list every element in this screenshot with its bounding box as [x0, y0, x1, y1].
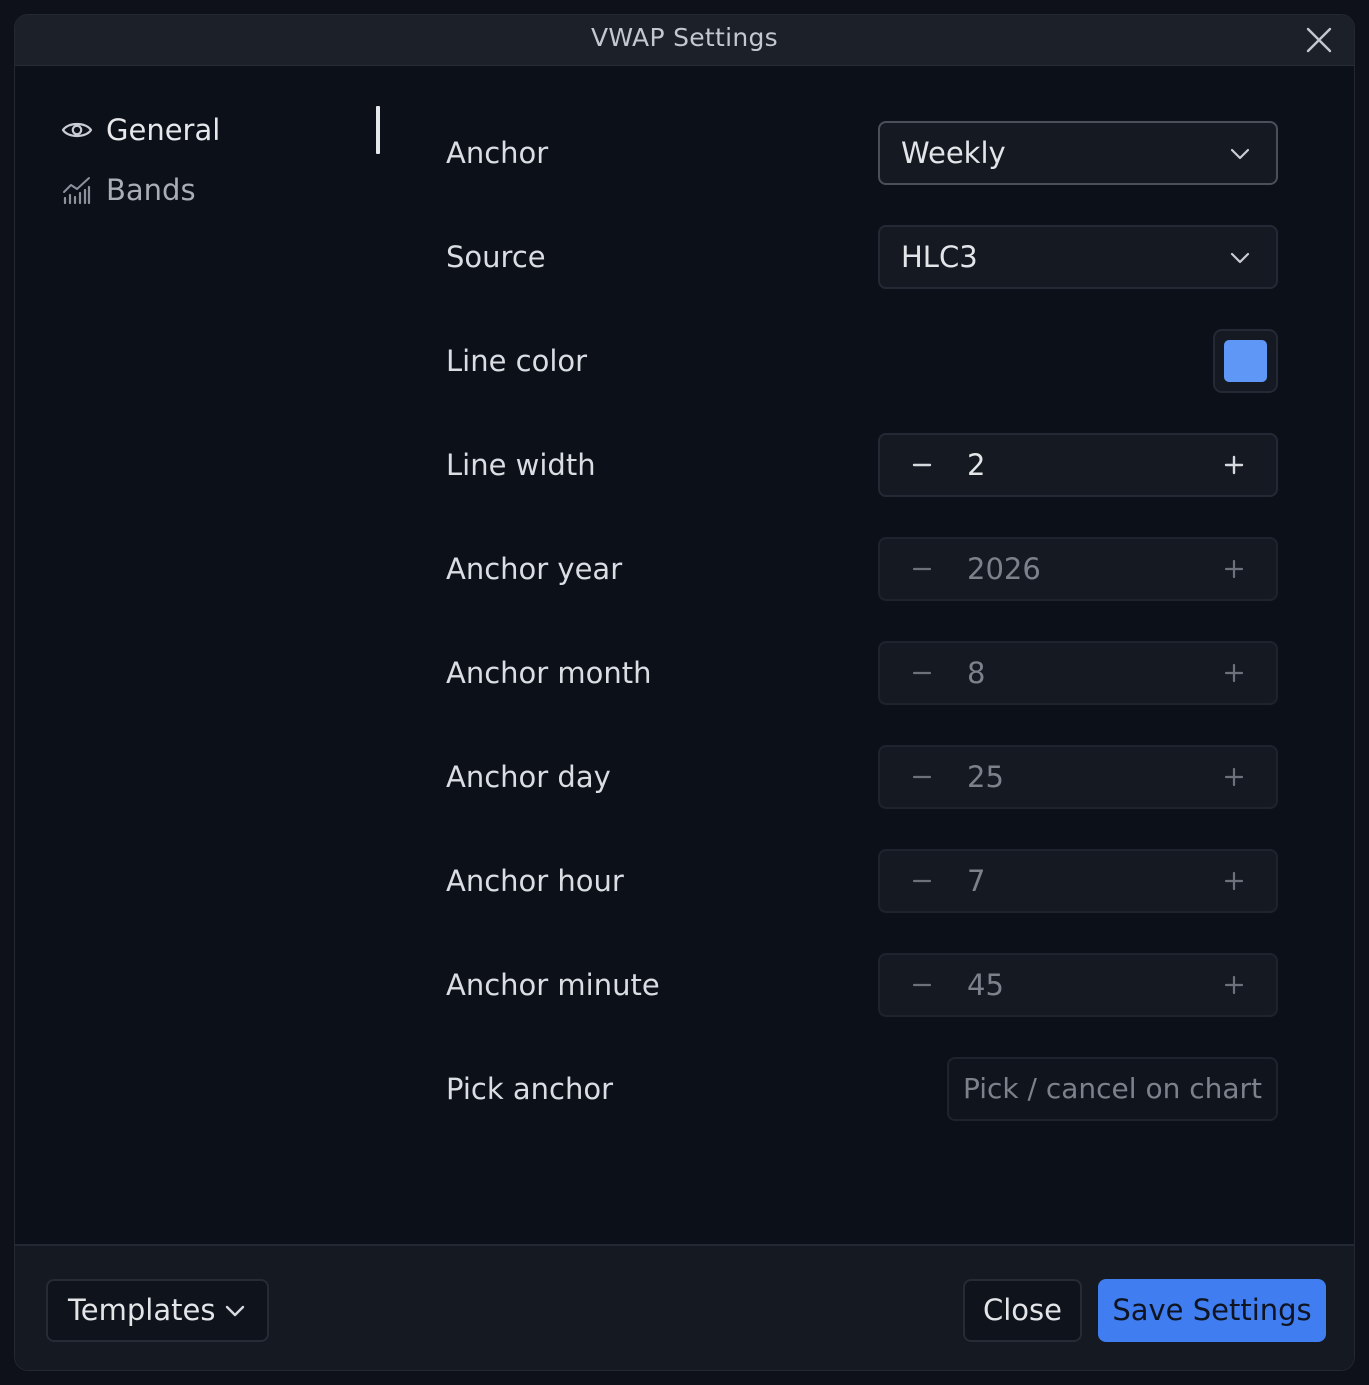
line-width-stepper[interactable]: 2 — [878, 433, 1278, 497]
anchor-hour-stepper[interactable]: 7 — [878, 849, 1278, 913]
minus-icon[interactable] — [906, 449, 938, 481]
anchor-month-stepper[interactable]: 8 — [878, 641, 1278, 705]
sidebar-item-bands[interactable]: Bands — [61, 170, 196, 210]
anchor-minute-label: Anchor minute — [446, 968, 660, 1002]
source-select[interactable]: HLC3 — [878, 225, 1278, 289]
pick-anchor-button[interactable]: Pick / cancel on chart — [947, 1057, 1278, 1121]
anchor-day-value[interactable]: 25 — [967, 747, 1004, 807]
plus-icon[interactable] — [1218, 553, 1250, 585]
chevron-down-icon — [225, 1305, 245, 1317]
plus-icon[interactable] — [1218, 657, 1250, 689]
anchor-select[interactable]: Weekly — [878, 121, 1278, 185]
titlebar: VWAP Settings — [15, 15, 1354, 66]
close-icon[interactable] — [1306, 27, 1332, 53]
line-width-label: Line width — [446, 448, 596, 482]
anchor-month-value[interactable]: 8 — [967, 643, 985, 703]
dialog-title: VWAP Settings — [590, 23, 779, 52]
plus-icon[interactable] — [1218, 969, 1250, 1001]
plus-icon[interactable] — [1218, 449, 1250, 481]
minus-icon[interactable] — [906, 969, 938, 1001]
chevron-down-icon — [1230, 148, 1250, 160]
minus-icon[interactable] — [906, 865, 938, 897]
color-swatch — [1224, 340, 1267, 382]
pick-anchor-label: Pick anchor — [446, 1072, 614, 1106]
plus-icon[interactable] — [1218, 761, 1250, 793]
anchor-year-label: Anchor year — [446, 552, 623, 586]
anchor-minute-stepper[interactable]: 45 — [878, 953, 1278, 1017]
anchor-day-stepper[interactable]: 25 — [878, 745, 1278, 809]
line-width-value[interactable]: 2 — [967, 435, 985, 495]
anchor-minute-value[interactable]: 45 — [967, 955, 1004, 1015]
minus-icon[interactable] — [906, 553, 938, 585]
templates-dropdown-button[interactable]: Templates — [46, 1279, 269, 1342]
line-color-label: Line color — [446, 344, 588, 378]
close-button[interactable]: Close — [963, 1279, 1082, 1342]
anchor-select-value: Weekly — [901, 136, 1006, 170]
templates-label: Templates — [68, 1293, 216, 1327]
anchor-year-stepper[interactable]: 2026 — [878, 537, 1278, 601]
anchor-month-label: Anchor month — [446, 656, 652, 690]
sidebar-item-label: General — [106, 113, 221, 147]
anchor-hour-label: Anchor hour — [446, 864, 624, 898]
dialog-footer: Templates Close Save Settings — [15, 1244, 1354, 1370]
eye-icon — [61, 114, 93, 146]
anchor-label: Anchor — [446, 136, 549, 170]
save-settings-button[interactable]: Save Settings — [1098, 1279, 1326, 1342]
vwap-settings-dialog: VWAP Settings General Bands Anchor Weekl… — [14, 14, 1355, 1371]
sidebar-item-general[interactable]: General — [61, 110, 220, 150]
active-indicator — [376, 106, 380, 154]
source-select-value: HLC3 — [901, 240, 978, 274]
minus-icon[interactable] — [906, 657, 938, 689]
anchor-year-value[interactable]: 2026 — [967, 539, 1041, 599]
anchor-hour-value[interactable]: 7 — [967, 851, 985, 911]
minus-icon[interactable] — [906, 761, 938, 793]
source-label: Source — [446, 240, 546, 274]
line-color-picker[interactable] — [1213, 329, 1278, 393]
chevron-down-icon — [1230, 252, 1250, 264]
anchor-day-label: Anchor day — [446, 760, 611, 794]
sidebar: General Bands — [15, 66, 395, 1246]
plus-icon[interactable] — [1218, 865, 1250, 897]
chart-bars-icon — [61, 174, 93, 206]
sidebar-item-label: Bands — [106, 173, 196, 207]
